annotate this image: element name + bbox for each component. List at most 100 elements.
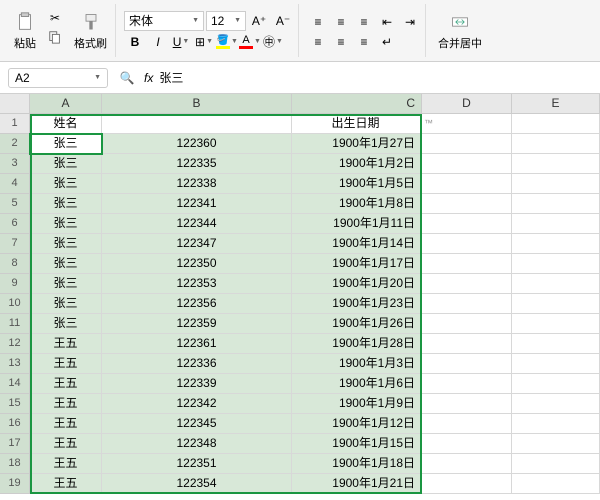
- select-all-corner[interactable]: [0, 94, 30, 114]
- cell[interactable]: 122351: [102, 454, 292, 474]
- copy-button[interactable]: [44, 28, 66, 46]
- cell[interactable]: 张三: [30, 134, 102, 154]
- cell[interactable]: 1900年1月21日: [292, 474, 422, 494]
- decrease-font-button[interactable]: A⁻: [272, 12, 294, 30]
- col-header[interactable]: C: [292, 94, 422, 114]
- cell[interactable]: [512, 154, 600, 174]
- cell[interactable]: [422, 334, 512, 354]
- cell[interactable]: [512, 394, 600, 414]
- row-header[interactable]: 18: [0, 454, 30, 474]
- cell[interactable]: [512, 214, 600, 234]
- row-header[interactable]: 15: [0, 394, 30, 414]
- row-header[interactable]: 13: [0, 354, 30, 374]
- row-header[interactable]: 5: [0, 194, 30, 214]
- font-color-button[interactable]: A▼: [239, 33, 261, 51]
- cell[interactable]: 张三: [30, 154, 102, 174]
- cell[interactable]: 1900年1月3日: [292, 354, 422, 374]
- cell[interactable]: [512, 254, 600, 274]
- font-size-select[interactable]: 12▼: [206, 11, 246, 31]
- cell[interactable]: 122338: [102, 174, 292, 194]
- row-header[interactable]: 7: [0, 234, 30, 254]
- bold-button[interactable]: B: [124, 33, 146, 51]
- cell[interactable]: [422, 274, 512, 294]
- row-header[interactable]: 8: [0, 254, 30, 274]
- cell[interactable]: 122336: [102, 354, 292, 374]
- cell[interactable]: 122356: [102, 294, 292, 314]
- formula-input[interactable]: 张三: [159, 69, 592, 86]
- cell[interactable]: 1900年1月23日: [292, 294, 422, 314]
- cell[interactable]: 1900年1月26日: [292, 314, 422, 334]
- cell[interactable]: [512, 354, 600, 374]
- cell[interactable]: 122359: [102, 314, 292, 334]
- row-header[interactable]: 11: [0, 314, 30, 334]
- cell[interactable]: [512, 454, 600, 474]
- cell[interactable]: 张三: [30, 254, 102, 274]
- row-header[interactable]: 10: [0, 294, 30, 314]
- cell[interactable]: 122348: [102, 434, 292, 454]
- fill-color-button[interactable]: 🪣▼: [216, 33, 238, 51]
- cell[interactable]: 张三: [30, 274, 102, 294]
- cell[interactable]: 张三: [30, 194, 102, 214]
- cell[interactable]: [422, 254, 512, 274]
- cell[interactable]: 张三: [30, 314, 102, 334]
- cell[interactable]: 王五: [30, 374, 102, 394]
- cell[interactable]: [422, 454, 512, 474]
- align-left-button[interactable]: ≡: [307, 33, 329, 51]
- align-center-button[interactable]: ≡: [330, 33, 352, 51]
- cell[interactable]: [512, 114, 600, 134]
- cell[interactable]: 122344: [102, 214, 292, 234]
- cell[interactable]: [512, 474, 600, 494]
- cancel-edit-button[interactable]: 🔍: [116, 69, 138, 87]
- col-header[interactable]: D: [422, 94, 512, 114]
- cell[interactable]: [422, 474, 512, 494]
- cell[interactable]: [512, 314, 600, 334]
- cell[interactable]: [422, 294, 512, 314]
- cell[interactable]: 姓名: [30, 114, 102, 134]
- cell[interactable]: 王五: [30, 454, 102, 474]
- cell[interactable]: 1900年1月20日: [292, 274, 422, 294]
- cell[interactable]: [512, 134, 600, 154]
- row-header[interactable]: 1: [0, 114, 30, 134]
- row-header[interactable]: 14: [0, 374, 30, 394]
- row-header[interactable]: 16: [0, 414, 30, 434]
- cell[interactable]: 1900年1月6日: [292, 374, 422, 394]
- cell[interactable]: [102, 114, 292, 134]
- cell[interactable]: 1900年1月12日: [292, 414, 422, 434]
- decrease-indent-button[interactable]: ⇤: [376, 13, 398, 31]
- cell[interactable]: 张三: [30, 174, 102, 194]
- align-right-button[interactable]: ≡: [353, 33, 375, 51]
- cell[interactable]: [422, 314, 512, 334]
- cell[interactable]: 1900年1月11日: [292, 214, 422, 234]
- cell[interactable]: [512, 414, 600, 434]
- cell[interactable]: [422, 354, 512, 374]
- cell[interactable]: 张三: [30, 214, 102, 234]
- align-middle-button[interactable]: ≡: [330, 13, 352, 31]
- row-header[interactable]: 4: [0, 174, 30, 194]
- wrap-text-button[interactable]: ↵: [376, 33, 398, 51]
- cell[interactable]: 122335: [102, 154, 292, 174]
- paste-button[interactable]: 粘贴: [10, 9, 40, 53]
- merge-center-button[interactable]: 合并居中: [434, 9, 486, 53]
- format-painter-button[interactable]: 格式刷: [70, 9, 111, 53]
- cell[interactable]: [422, 194, 512, 214]
- cell[interactable]: 122347: [102, 234, 292, 254]
- cell[interactable]: [422, 134, 512, 154]
- cell[interactable]: 1900年1月8日: [292, 194, 422, 214]
- row-header[interactable]: 6: [0, 214, 30, 234]
- cell[interactable]: 122339: [102, 374, 292, 394]
- cell[interactable]: [512, 274, 600, 294]
- cell[interactable]: 张三: [30, 234, 102, 254]
- cell[interactable]: [422, 434, 512, 454]
- cell[interactable]: 王五: [30, 434, 102, 454]
- increase-indent-button[interactable]: ⇥: [399, 13, 421, 31]
- row-header[interactable]: 2: [0, 134, 30, 154]
- col-header[interactable]: B: [102, 94, 292, 114]
- cell[interactable]: 122345: [102, 414, 292, 434]
- row-header[interactable]: 3: [0, 154, 30, 174]
- phonetic-button[interactable]: ㊥▼: [262, 33, 284, 51]
- cell[interactable]: 122360: [102, 134, 292, 154]
- cell[interactable]: [512, 374, 600, 394]
- cell[interactable]: 122350: [102, 254, 292, 274]
- row-header[interactable]: 12: [0, 334, 30, 354]
- italic-button[interactable]: I: [147, 33, 169, 51]
